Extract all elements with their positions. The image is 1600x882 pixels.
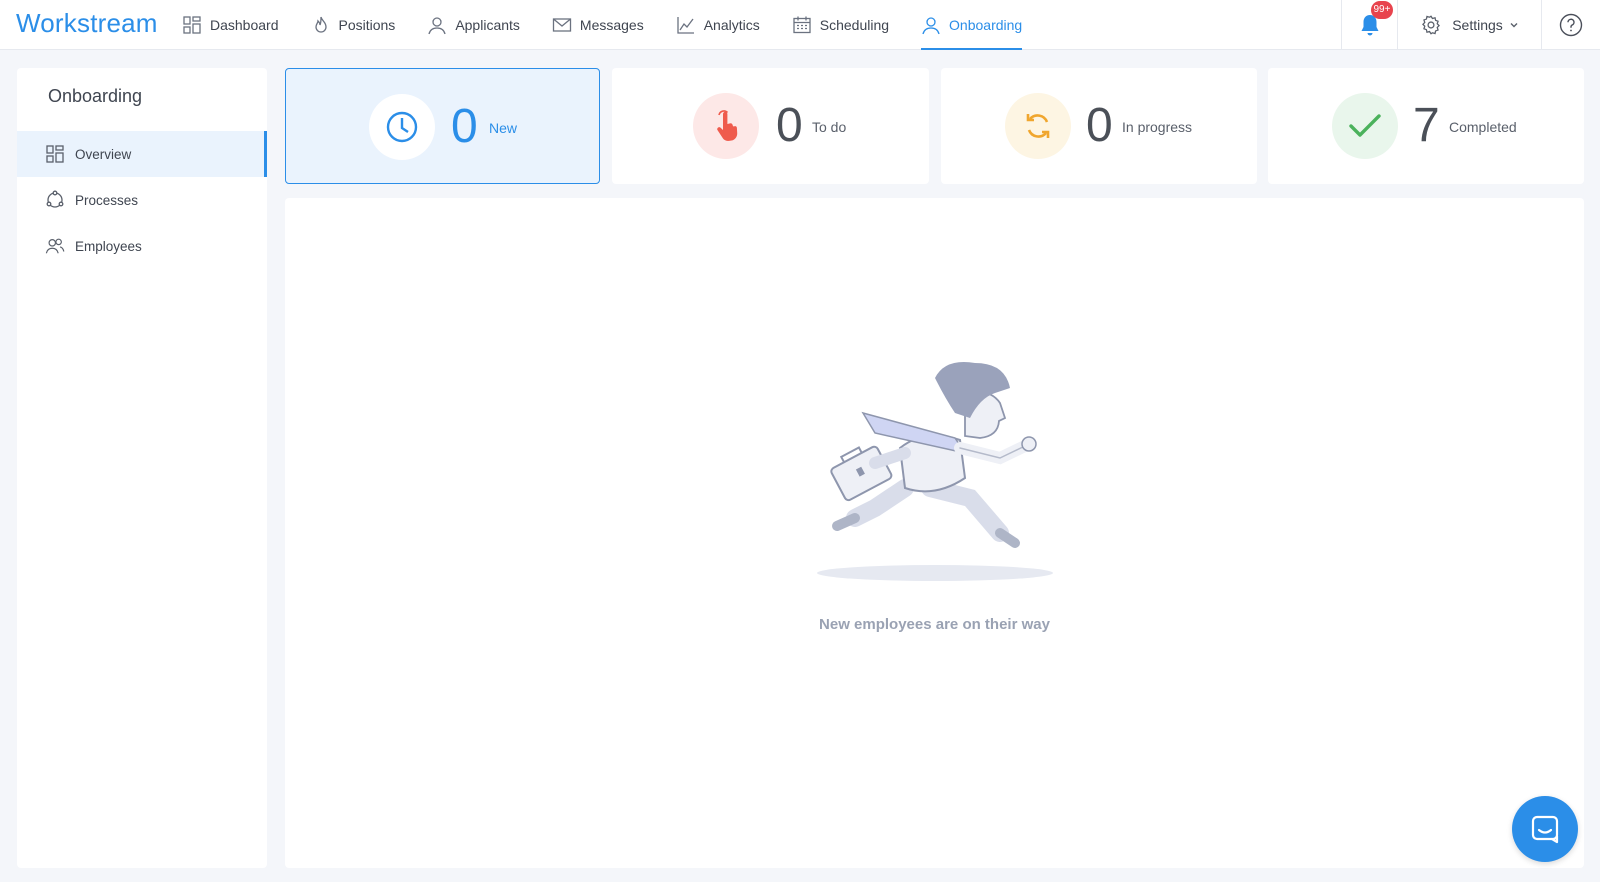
- nav-positions-label: Positions: [338, 17, 396, 33]
- nav-onboarding-label: Onboarding: [949, 17, 1023, 33]
- sidebar-item-label: Employees: [75, 238, 142, 254]
- calendar-icon: [793, 16, 811, 34]
- nav-analytics-label: Analytics: [703, 17, 760, 33]
- stat-label: In progress: [1122, 119, 1193, 135]
- person-icon: [922, 17, 940, 35]
- sidebar-item-label: Overview: [75, 146, 132, 162]
- empty-state-caption: New employees are on their way: [819, 616, 1050, 633]
- stat-label: Completed: [1449, 119, 1517, 135]
- nav-onboarding[interactable]: Onboarding: [921, 0, 1023, 50]
- stat-value: 7: [1413, 99, 1440, 152]
- stat-value: 0: [776, 99, 803, 152]
- stat-card-new[interactable]: 0 New: [285, 68, 600, 184]
- stat-card-todo[interactable]: 0 To do: [612, 68, 929, 184]
- help-icon: [1559, 13, 1583, 37]
- nav-scheduling-label: Scheduling: [819, 17, 890, 33]
- check-icon: [1349, 114, 1381, 137]
- stat-value: 0: [451, 100, 478, 153]
- stat-icon-circle: [1332, 93, 1398, 159]
- notifications-button[interactable]: 99+: [1341, 0, 1397, 50]
- stat-value: 0: [1086, 99, 1113, 152]
- stat-label: To do: [812, 119, 847, 135]
- sidebar-title: Onboarding: [48, 86, 143, 106]
- stat-icon-circle: [1005, 93, 1071, 159]
- stat-card-completed[interactable]: 7 Completed: [1268, 68, 1584, 184]
- sidebar-item-employees[interactable]: Employees: [17, 223, 267, 269]
- gear-icon: [1422, 15, 1441, 35]
- clock-icon: [386, 111, 418, 143]
- chevron-down-icon: [1510, 23, 1518, 28]
- nav-messages-label: Messages: [579, 17, 644, 33]
- flame-icon: [314, 16, 327, 33]
- cycle-icon: [46, 190, 64, 208]
- sidebar-item-label: Processes: [75, 192, 139, 208]
- sidebar-item-overview[interactable]: Overview: [17, 131, 267, 177]
- refresh-icon: [1026, 114, 1050, 138]
- stat-icon-circle: [693, 93, 759, 159]
- sidebar-item-processes[interactable]: Processes: [17, 177, 267, 223]
- top-nav-bar: Workstream Dashboard Positions Applicant…: [0, 0, 1600, 50]
- settings-label: Settings: [1452, 17, 1503, 33]
- notification-badge: 99+: [1370, 1, 1394, 19]
- people-icon: [45, 238, 65, 254]
- stat-card-in-progress[interactable]: 0 In progress: [941, 68, 1257, 184]
- settings-menu[interactable]: Settings: [1397, 0, 1541, 50]
- nav-applicants[interactable]: Applicants: [427, 0, 520, 50]
- onboarding-sidebar: Onboarding Overview Processes Employees: [17, 68, 267, 868]
- chat-icon: [1531, 815, 1559, 844]
- stat-label: New: [489, 120, 518, 136]
- chat-support-button[interactable]: [1512, 796, 1578, 862]
- running-employee-illustration: [817, 362, 1053, 581]
- help-button[interactable]: [1541, 0, 1600, 50]
- dashboard-icon: [183, 16, 201, 34]
- line-chart-icon: [677, 17, 694, 34]
- nav-dashboard[interactable]: Dashboard: [182, 0, 279, 50]
- nav-applicants-label: Applicants: [455, 17, 520, 33]
- workstream-logo[interactable]: Workstream: [16, 8, 158, 39]
- person-icon: [428, 17, 446, 35]
- overview-panel: New employees are on their way: [285, 198, 1584, 868]
- nav-positions[interactable]: Positions: [311, 0, 396, 50]
- main-nav: Dashboard Positions Applicants Messages …: [182, 0, 1054, 50]
- envelope-icon: [552, 18, 572, 32]
- nav-dashboard-label: Dashboard: [210, 17, 279, 33]
- nav-analytics[interactable]: Analytics: [676, 0, 760, 50]
- nav-scheduling[interactable]: Scheduling: [792, 0, 889, 50]
- stat-icon-circle: [369, 94, 435, 160]
- grid-icon: [46, 145, 64, 163]
- nav-messages[interactable]: Messages: [552, 0, 644, 50]
- pointer-hand-icon: [717, 110, 738, 141]
